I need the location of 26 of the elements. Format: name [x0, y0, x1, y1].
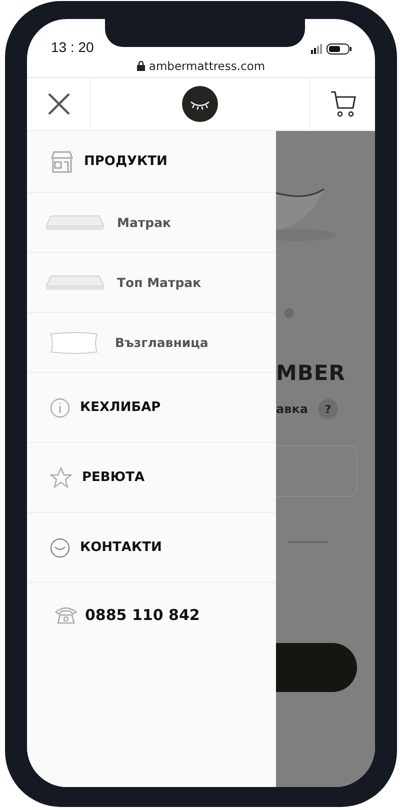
mattress-thumbnail — [45, 214, 105, 232]
signal-battery-icon — [311, 43, 353, 55]
lock-icon — [136, 61, 145, 71]
url-text: ambermattress.com — [148, 59, 266, 73]
clock: 13 : 20 — [51, 39, 94, 55]
mattress-thumbnail — [45, 274, 105, 292]
submenu-item[interactable]: Матрак — [117, 215, 171, 230]
menu-item[interactable]: РЕВЮТА — [82, 470, 145, 485]
phone-link[interactable]: 0885 110 842 — [85, 606, 200, 624]
info-icon — [50, 398, 70, 418]
store-icon — [50, 150, 74, 172]
buy-button[interactable] — [276, 643, 357, 692]
menu-item[interactable]: КЕХЛИБАР — [80, 400, 161, 415]
menu-item[interactable]: ПРОДУКТИ — [84, 154, 168, 169]
help-badge: ? — [318, 399, 338, 419]
menu-item[interactable]: КОНТАКТИ — [80, 540, 162, 555]
close-icon — [48, 93, 70, 115]
submenu-item[interactable]: Възглавница — [115, 335, 208, 350]
delivery-text: авка — [276, 402, 308, 416]
star-icon — [50, 467, 72, 488]
telephone-icon — [55, 606, 77, 624]
cart-icon — [330, 90, 356, 118]
logo-icon[interactable] — [182, 86, 218, 122]
product-title: MBER — [276, 361, 346, 385]
submenu-item[interactable]: Топ Матрак — [117, 275, 202, 290]
closed-eye-icon — [50, 538, 70, 558]
